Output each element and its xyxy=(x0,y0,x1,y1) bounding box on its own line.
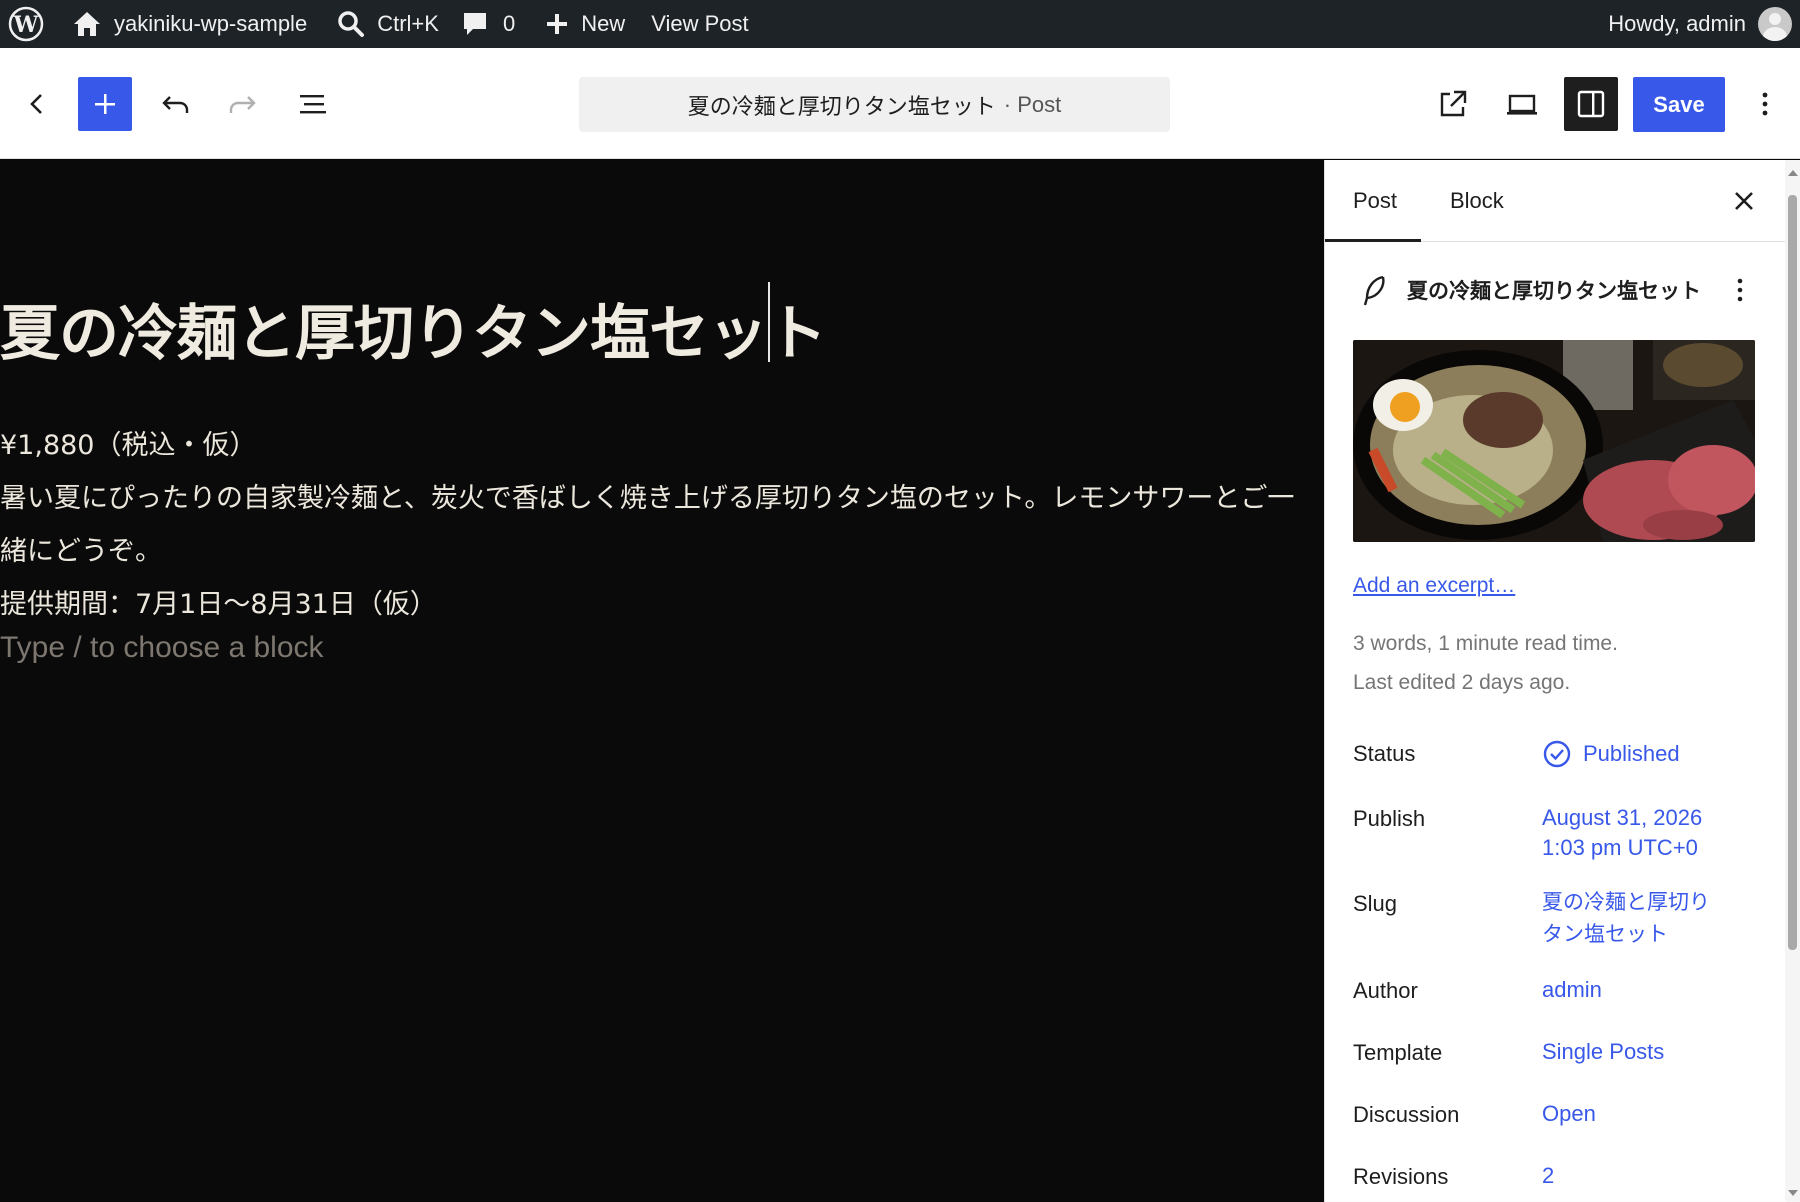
tab-block[interactable]: Block xyxy=(1450,160,1504,242)
slug-line1: 夏の冷麺と厚切り xyxy=(1542,890,1710,914)
desktop-icon xyxy=(1507,94,1537,115)
tab-post[interactable]: Post xyxy=(1353,160,1397,242)
post-summary-title: 夏の冷麺と厚切りタン塩セット xyxy=(1407,279,1701,303)
comments-link[interactable]: 0 xyxy=(451,0,527,48)
view-post-link[interactable]: View Post xyxy=(637,0,760,48)
command-search[interactable]: Ctrl+K xyxy=(319,0,451,48)
text-caret xyxy=(768,282,770,362)
home-icon xyxy=(74,12,100,36)
admin-bar: W yakiniku-wp-sample Ctrl+K 0 New View P… xyxy=(0,0,1800,48)
search-shortcut: Ctrl+K xyxy=(377,11,439,36)
block-appender-placeholder[interactable]: Type / to choose a block xyxy=(0,631,324,665)
sidebar-icon xyxy=(1577,90,1605,118)
publish-date-button[interactable]: August 31, 2026 1:03 pm UTC+0 xyxy=(1542,803,1702,863)
editor-canvas: 夏の冷麺と厚切りタン塩セット ¥1,880（税込・仮） 暑い夏にぴったりの自家製… xyxy=(0,160,1324,1202)
slug-button[interactable]: 夏の冷麺と厚切り タン塩セット xyxy=(1542,886,1710,950)
undo-button[interactable] xyxy=(148,77,202,131)
publish-date: August 31, 2026 xyxy=(1542,805,1703,830)
site-home-link[interactable]: yakiniku-wp-sample xyxy=(56,0,319,48)
featured-image-photo xyxy=(1353,340,1755,542)
wordpress-logo-icon[interactable]: W xyxy=(0,0,56,48)
close-icon[interactable] xyxy=(1727,184,1761,218)
revisions-label: Revisions xyxy=(1353,1164,1449,1189)
publish-time: 1:03 pm UTC+0 xyxy=(1542,835,1698,860)
search-icon xyxy=(338,11,365,37)
status-value-button[interactable]: Published xyxy=(1583,739,1680,769)
discussion-label: Discussion xyxy=(1353,1102,1460,1127)
new-label: New xyxy=(581,11,626,36)
undo-icon xyxy=(162,96,189,113)
chevron-left-icon xyxy=(30,94,42,114)
active-tab-indicator xyxy=(1325,239,1421,242)
back-button[interactable] xyxy=(10,77,64,131)
document-title: 夏の冷麺と厚切りタン塩セット xyxy=(687,93,996,119)
scroll-up-arrow-icon[interactable] xyxy=(1785,166,1800,180)
last-edited-text: Last edited 2 days ago. xyxy=(1353,671,1571,694)
external-link-icon xyxy=(1440,90,1467,117)
plus-icon xyxy=(547,14,568,34)
settings-sidebar: Post Block 夏の冷麺と厚切りタン塩セット Add an excerpt… xyxy=(1324,160,1800,1202)
plus-icon xyxy=(95,94,115,114)
author-label: Author xyxy=(1353,978,1418,1003)
block-inserter-button[interactable] xyxy=(78,77,132,131)
author-value-button[interactable]: admin xyxy=(1542,975,1602,1005)
sidebar-scrollbar-thumb[interactable] xyxy=(1788,195,1797,950)
editor-header: 夏の冷麺と厚切りタン塩セット · Post Save xyxy=(0,48,1800,159)
redo-icon xyxy=(229,96,256,113)
word-count-text: 3 words, 1 minute read time. xyxy=(1353,632,1618,655)
template-label: Template xyxy=(1353,1040,1443,1065)
document-overview-button[interactable] xyxy=(286,77,340,131)
description-paragraph-line2[interactable]: 緒にどうぞ。 xyxy=(0,529,162,568)
status-label: Status xyxy=(1353,741,1416,766)
slug-line2: タン塩セット xyxy=(1542,922,1668,946)
add-excerpt-link[interactable]: Add an excerpt… xyxy=(1353,574,1515,598)
document-title-bar[interactable]: 夏の冷麺と厚切りタン塩セット · Post xyxy=(579,77,1170,132)
revisions-value-button[interactable]: 2 xyxy=(1542,1161,1554,1191)
document-type: · Post xyxy=(1003,91,1062,117)
options-menu-button[interactable] xyxy=(1740,77,1790,131)
sidebar-tabs: Post Block xyxy=(1325,160,1785,242)
save-button[interactable]: Save xyxy=(1633,77,1725,132)
settings-sidebar-toggle[interactable] xyxy=(1564,77,1618,131)
view-post-label: View Post xyxy=(651,11,749,36)
howdy-text: Howdy, admin xyxy=(1608,11,1746,36)
check-circle-icon xyxy=(1543,740,1571,768)
list-view-icon xyxy=(300,95,326,114)
avatar xyxy=(1758,7,1792,41)
view-post-button[interactable] xyxy=(1426,77,1480,131)
new-content-link[interactable]: New xyxy=(527,0,637,48)
price-paragraph[interactable]: ¥1,880（税込・仮） xyxy=(0,423,256,462)
period-paragraph[interactable]: 提供期間：7月1日〜8月31日（仮） xyxy=(0,582,437,621)
more-vertical-icon[interactable] xyxy=(1725,275,1755,305)
comments-count: 0 xyxy=(502,11,516,36)
feather-icon xyxy=(1363,275,1385,306)
template-value-button[interactable]: Single Posts xyxy=(1542,1037,1664,1067)
svg-text:W: W xyxy=(13,12,39,38)
slug-label: Slug xyxy=(1353,891,1398,916)
comment-icon xyxy=(463,13,486,35)
device-preview-button[interactable] xyxy=(1495,77,1549,131)
scroll-down-arrow-icon[interactable] xyxy=(1785,1186,1800,1200)
account-menu[interactable]: Howdy, admin xyxy=(1596,0,1800,48)
publish-label: Publish xyxy=(1353,806,1426,831)
more-vertical-icon xyxy=(1762,92,1768,116)
description-paragraph-line1[interactable]: 暑い夏にぴったりの自家製冷麺と、炭火で香ばしく焼き上げる厚切りタン塩のセット。レ… xyxy=(0,476,1294,515)
redo-button[interactable] xyxy=(216,77,270,131)
featured-image[interactable] xyxy=(1353,340,1755,542)
discussion-value-button[interactable]: Open xyxy=(1542,1099,1596,1129)
site-name: yakiniku-wp-sample xyxy=(114,11,308,36)
post-title[interactable]: 夏の冷麺と厚切りタン塩セット xyxy=(0,285,827,372)
